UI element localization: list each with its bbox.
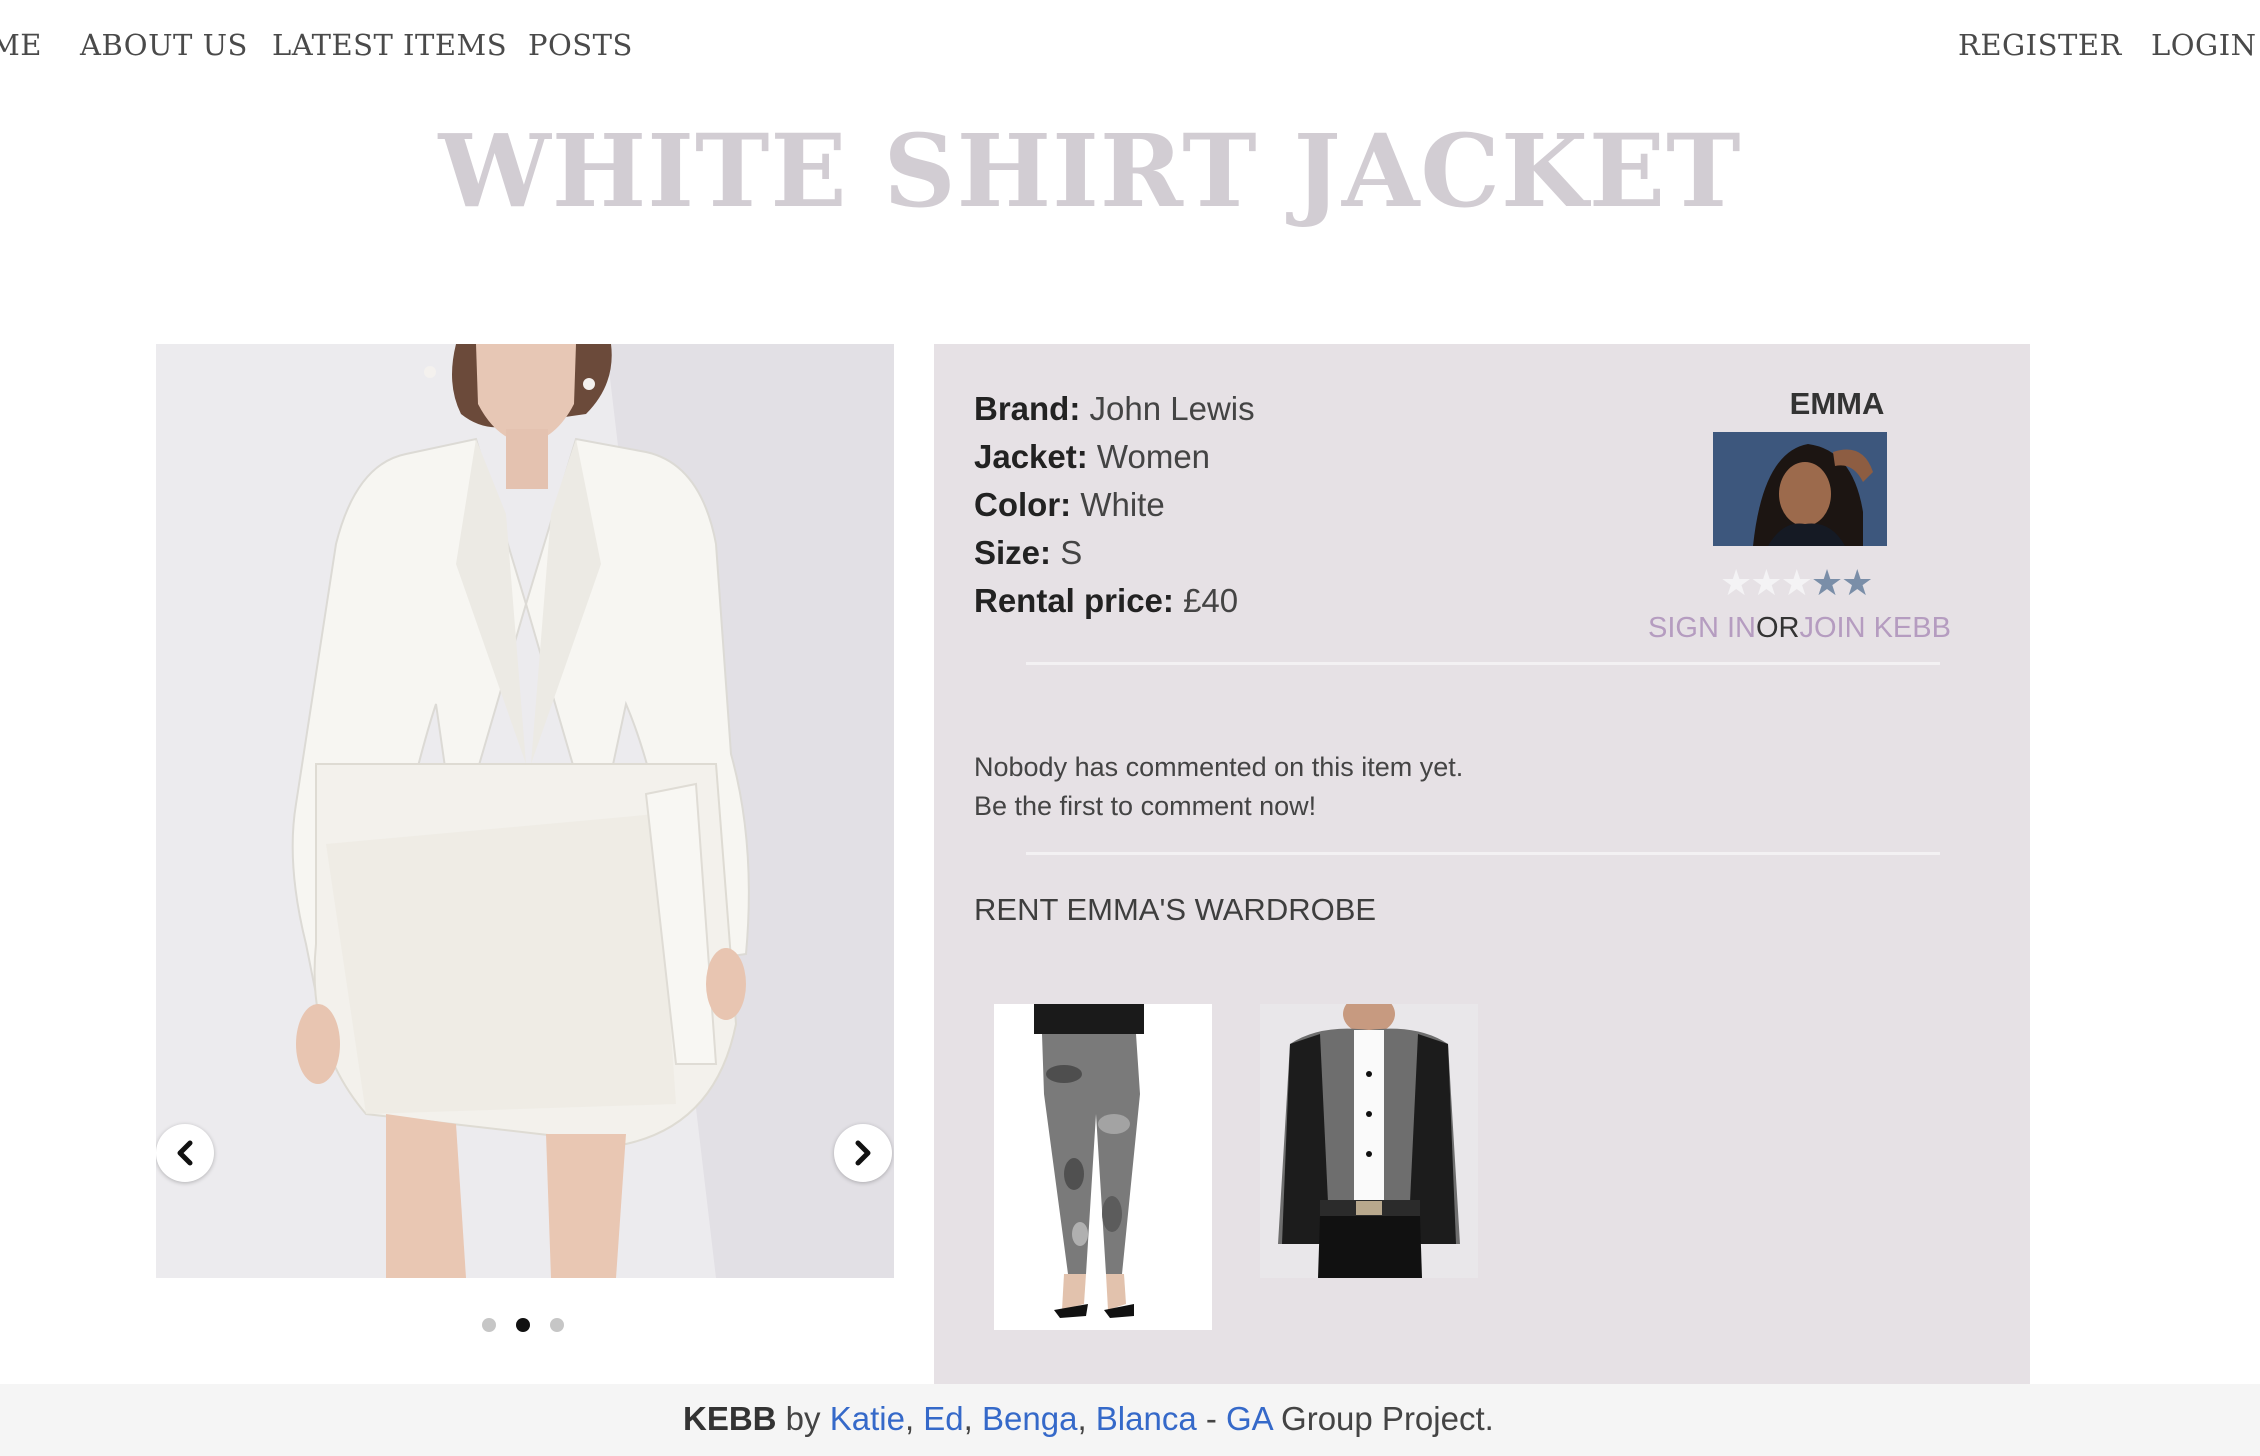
wardrobe-item-grey-blazer[interactable] — [1260, 1004, 1478, 1278]
footer-author-link[interactable]: Blanca — [1096, 1400, 1197, 1437]
footer-separator: , — [904, 1400, 924, 1437]
brand-row: Brand: John Lewis — [974, 390, 1255, 428]
footer-ga-link[interactable]: GA — [1226, 1400, 1272, 1437]
footer-by: by — [776, 1400, 830, 1437]
divider — [1026, 852, 1940, 855]
no-comments-message: Nobody has commented on this item yet. B… — [974, 748, 1463, 826]
footer-author-link[interactable]: Ed — [923, 1400, 963, 1437]
carousel-dot-2[interactable] — [516, 1318, 530, 1332]
footer-separator: , — [963, 1400, 982, 1437]
owner-rating: ★★★★★ — [1720, 562, 1873, 604]
footer-dash: - — [1196, 1400, 1227, 1437]
color-row: Color: White — [974, 486, 1165, 524]
item-image-carousel — [156, 344, 894, 1278]
star-icon: ★ — [1780, 562, 1813, 603]
rental-price-value: £40 — [1183, 582, 1239, 619]
brand-value: John Lewis — [1089, 390, 1255, 427]
wardrobe-item-image — [1260, 1004, 1478, 1278]
size-label: Size: — [974, 534, 1052, 571]
or-text: OR — [1755, 612, 1800, 644]
jacket-label: Jacket: — [974, 438, 1088, 475]
no-comments-line-2: Be the first to comment now! — [974, 791, 1317, 821]
sign-in-or-join: SIGN INORJOIN KEBB — [1648, 612, 2048, 645]
nav-home-link[interactable]: HOME — [0, 28, 42, 62]
nav-posts-link[interactable]: POSTS — [528, 28, 633, 62]
star-icon: ★ — [1720, 562, 1752, 603]
owner-avatar[interactable] — [1713, 432, 1887, 546]
carousel-dot-3[interactable] — [550, 1318, 564, 1332]
star-icon: ★ — [1750, 562, 1782, 603]
carousel-prev-button[interactable] — [156, 1124, 214, 1182]
divider — [1026, 662, 1940, 665]
jacket-value: Women — [1096, 438, 1211, 475]
nav-about-link[interactable]: ABOUT US — [80, 28, 248, 62]
star-icon: ★ — [1810, 562, 1843, 603]
wardrobe-title: RENT EMMA'S WARDROBE — [974, 892, 1377, 927]
no-comments-line-1: Nobody has commented on this item yet. — [974, 752, 1464, 782]
page-title: WHITE SHIRT JACKET — [438, 112, 1742, 230]
footer-credits: KEBB by Katie, Ed, Benga, Blanca - GA Gr… — [683, 1400, 1494, 1438]
chevron-right-icon — [855, 1140, 871, 1166]
nav-login-link[interactable]: LOGIN — [2151, 28, 2257, 62]
chevron-left-icon — [177, 1140, 193, 1166]
carousel-next-button[interactable] — [834, 1124, 892, 1182]
footer-author-link[interactable]: Benga — [982, 1400, 1077, 1437]
footer-suffix: Group Project. — [1271, 1400, 1494, 1437]
footer-author-link[interactable]: Katie — [830, 1400, 905, 1437]
wardrobe-item-camo-jeans[interactable] — [994, 1004, 1212, 1330]
footer-brand: KEBB — [683, 1400, 777, 1437]
nav-register-link[interactable]: REGISTER — [1958, 28, 2122, 62]
item-photo — [156, 344, 894, 1278]
owner-name[interactable]: EMMA — [1692, 386, 1982, 422]
jacket-row: Jacket: Women — [974, 438, 1210, 476]
item-details-panel: Brand: John Lewis Jacket: Women Color: W… — [934, 344, 2030, 1384]
star-icon: ★ — [1841, 562, 1873, 603]
nav-latest-items-link[interactable]: LATEST ITEMS — [272, 28, 507, 62]
size-value: S — [1060, 534, 1083, 571]
carousel-dot-1[interactable] — [482, 1318, 496, 1332]
rental-price-label: Rental price: — [974, 582, 1174, 619]
size-row: Size: S — [974, 534, 1082, 572]
sign-in-link[interactable]: SIGN IN — [1648, 612, 1756, 644]
join-link[interactable]: JOIN KEBB — [1799, 612, 1951, 644]
footer-separator: , — [1077, 1400, 1096, 1437]
owner-avatar-image — [1713, 432, 1887, 546]
rental-price-row: Rental price: £40 — [974, 582, 1238, 620]
color-value: White — [1080, 486, 1165, 523]
color-label: Color: — [974, 486, 1072, 523]
footer: KEBB by Katie, Ed, Benga, Blanca - GA Gr… — [0, 1384, 2260, 1456]
wardrobe-item-image — [994, 1004, 1212, 1330]
brand-label: Brand: — [974, 390, 1081, 427]
